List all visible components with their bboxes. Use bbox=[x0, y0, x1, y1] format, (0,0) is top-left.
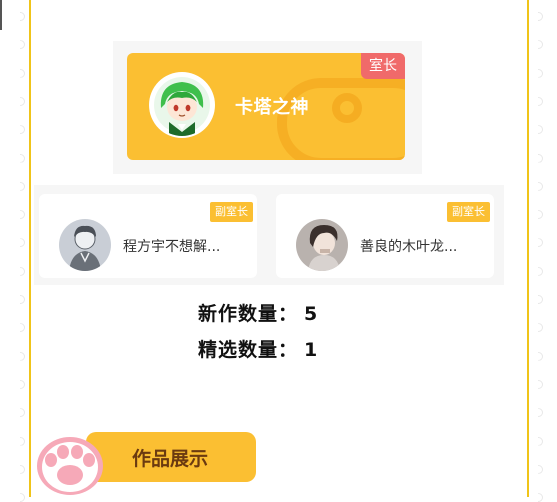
deputy-avatar[interactable] bbox=[59, 219, 111, 271]
binder-ring bbox=[20, 125, 25, 135]
binder-ring bbox=[538, 40, 543, 50]
binder-ring bbox=[538, 210, 543, 220]
binder-ring bbox=[20, 210, 25, 220]
binder-ring bbox=[538, 238, 543, 248]
binder-ring bbox=[538, 379, 543, 389]
new-works-stat: 新作数量： 5 bbox=[198, 299, 317, 326]
featured-label: 精选数量： bbox=[198, 339, 299, 361]
binder-ring bbox=[538, 266, 543, 276]
binder-ring bbox=[20, 464, 25, 474]
owner-section: 室长 卡塔之神 bbox=[113, 41, 422, 174]
anime-green-hair-avatar-icon bbox=[151, 74, 213, 136]
binder-ring bbox=[538, 436, 543, 446]
binder-ring bbox=[20, 379, 25, 389]
binder-ring bbox=[538, 12, 543, 21]
binder-ring bbox=[20, 181, 25, 191]
owner-card[interactable]: 室长 卡塔之神 bbox=[127, 53, 405, 160]
deputy-avatar[interactable] bbox=[296, 219, 348, 271]
binder-ring bbox=[538, 295, 543, 304]
owner-name[interactable]: 卡塔之神 bbox=[235, 93, 309, 119]
binder-ring bbox=[20, 351, 25, 361]
right-binder-rings bbox=[530, 0, 544, 502]
binder-ring bbox=[538, 153, 543, 163]
binder-ring bbox=[538, 408, 543, 418]
deputy-badge: 副室长 bbox=[447, 202, 490, 222]
binder-ring bbox=[20, 408, 25, 418]
binder-ring bbox=[538, 351, 543, 361]
featured-value: 1 bbox=[304, 339, 318, 361]
binder-ring bbox=[20, 12, 25, 21]
sketch-portrait-avatar-icon bbox=[59, 219, 111, 271]
new-works-value: 5 bbox=[304, 303, 318, 325]
owner-avatar[interactable] bbox=[151, 74, 213, 136]
deputy-card[interactable]: 副室长 程方宇不想解... bbox=[39, 194, 257, 278]
deputy-name[interactable]: 善良的木叶龙... bbox=[360, 236, 457, 256]
binder-ring bbox=[20, 295, 25, 304]
new-works-label: 新作数量： bbox=[198, 303, 299, 325]
binder-ring bbox=[20, 238, 25, 248]
works-showcase-label: 作品展示 bbox=[132, 448, 209, 470]
deputy-name[interactable]: 程方宇不想解... bbox=[123, 236, 220, 256]
edge-mark bbox=[0, 0, 2, 30]
binder-ring bbox=[538, 96, 543, 106]
dark-hair-portrait-avatar-icon bbox=[296, 219, 348, 271]
binder-ring bbox=[538, 323, 543, 333]
deputy-badge: 副室长 bbox=[210, 202, 253, 222]
binder-ring bbox=[20, 323, 25, 333]
featured-stat: 精选数量： 1 bbox=[198, 335, 317, 362]
binder-ring bbox=[538, 68, 543, 78]
card-decoration-ring bbox=[332, 93, 362, 123]
owner-badge: 室长 bbox=[361, 53, 405, 79]
binder-ring bbox=[20, 436, 25, 446]
right-frame-line bbox=[527, 0, 529, 497]
binder-ring bbox=[538, 125, 543, 135]
binder-ring bbox=[20, 153, 25, 163]
left-binder-rings bbox=[12, 0, 26, 502]
deputy-section: 副室长 程方宇不想解... 副室长 善良的木叶龙... bbox=[34, 185, 504, 285]
deputy-card[interactable]: 副室长 善良的木叶龙... bbox=[276, 194, 494, 278]
binder-ring bbox=[538, 493, 543, 502]
binder-ring bbox=[20, 96, 25, 106]
binder-ring bbox=[538, 181, 543, 191]
binder-ring bbox=[20, 493, 25, 502]
binder-ring bbox=[538, 464, 543, 474]
paw-icon bbox=[37, 437, 103, 495]
binder-ring bbox=[20, 40, 25, 50]
binder-ring bbox=[20, 68, 25, 78]
binder-ring bbox=[20, 266, 25, 276]
